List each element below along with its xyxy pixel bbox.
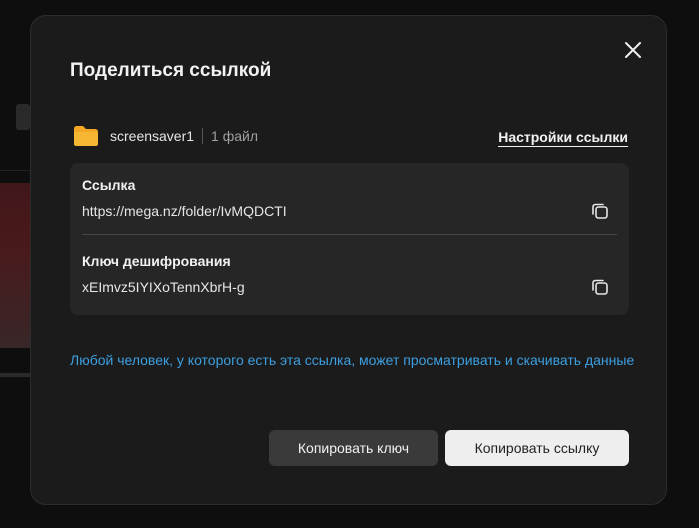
share-link-dialog: Поделиться ссылкой screensaver1 1 файл Н…	[30, 15, 667, 505]
file-count: 1 файл	[211, 128, 259, 144]
copy-key-button[interactable]: Копировать ключ	[269, 430, 438, 466]
key-label: Ключ дешифрования	[82, 253, 231, 269]
link-settings-link[interactable]: Настройки ссылки	[498, 129, 628, 147]
copy-icon	[592, 203, 608, 219]
panel-divider	[82, 234, 617, 235]
close-button[interactable]	[621, 38, 645, 62]
file-separator	[202, 128, 204, 144]
background-icon	[16, 104, 30, 130]
close-icon	[625, 42, 641, 58]
copy-icon	[592, 279, 608, 295]
link-label: Ссылка	[82, 177, 136, 193]
file-name: screensaver1	[110, 128, 195, 144]
copy-key-icon[interactable]	[590, 277, 610, 297]
file-info: screensaver1 1 файл	[73, 124, 258, 148]
key-value[interactable]: xEImvz5IYIXoTennXbrH-g	[82, 279, 245, 295]
link-value[interactable]: https://mega.nz/folder/IvMQDCTI	[82, 203, 287, 219]
link-panel: Ссылка https://mega.nz/folder/IvMQDCTI К…	[70, 163, 629, 315]
copy-link-icon[interactable]	[590, 201, 610, 221]
dialog-title: Поделиться ссылкой	[70, 60, 272, 81]
background-bar	[0, 373, 30, 377]
copy-link-button[interactable]: Копировать ссылку	[445, 430, 629, 466]
background-thumbnail	[0, 183, 30, 348]
background-divider	[0, 170, 30, 171]
info-text: Любой человек, у которого есть эта ссылк…	[70, 352, 635, 368]
folder-icon	[74, 126, 98, 146]
